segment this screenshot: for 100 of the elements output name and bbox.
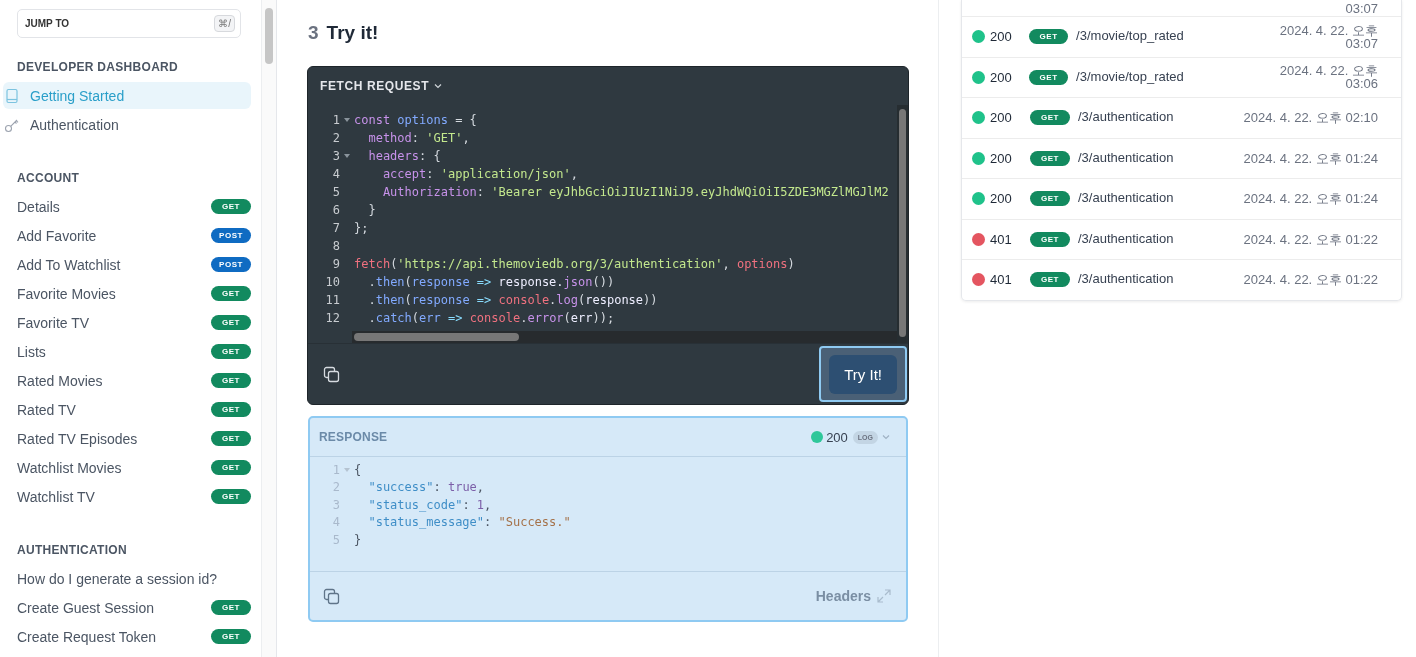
method-badge: GET	[211, 460, 251, 475]
try-it-button[interactable]: Try It!	[829, 355, 897, 394]
code-line: .then(response => response.json())	[367, 275, 615, 289]
sidebar-item[interactable]: Watchlist TV GET	[3, 483, 251, 510]
request-path: /3/authentication	[1078, 109, 1175, 124]
line-number: 3	[331, 149, 340, 163]
line-number: 6	[331, 203, 340, 217]
sidebar-item[interactable]: Details GET	[3, 193, 251, 220]
status-code: 200	[990, 69, 1013, 85]
timestamp: 03:07	[1345, 2, 1378, 15]
method-badge: GET	[211, 315, 251, 330]
line-number: 12	[324, 311, 340, 325]
sidebar-item[interactable]: Watchlist Movies GET	[3, 454, 251, 481]
line-number: 7	[331, 221, 340, 235]
method-badge: GET	[211, 286, 251, 301]
code-line: {	[354, 462, 362, 477]
status-code: 200	[826, 429, 848, 445]
method-badge: GET	[1030, 231, 1070, 247]
request-path: /3/authentication	[1078, 149, 1175, 165]
status-code: 401	[990, 272, 1013, 288]
status-code: 401	[990, 231, 1013, 247]
method-badge: GET	[1030, 110, 1070, 126]
code-line: "success": true,	[367, 480, 485, 495]
code-line: }	[367, 203, 376, 217]
method-badge: GET	[211, 629, 251, 644]
line-number: 10	[324, 275, 340, 289]
code-line: "status_message": "Success."	[367, 515, 571, 530]
timestamp: 2024. 4. 22. 오후 02:10	[1243, 111, 1378, 125]
request-path: /3/movie/top_rated	[1076, 68, 1185, 84]
sidebar-item[interactable]: Create Guest Session GET	[3, 594, 251, 621]
method-badge: GET	[211, 373, 251, 388]
line-number: 11	[324, 293, 340, 307]
method-badge: POST	[211, 228, 251, 243]
method-badge: GET	[211, 600, 251, 615]
line-number: 2	[331, 131, 340, 145]
copy-icon[interactable]	[323, 587, 340, 605]
sidebar-item[interactable]: Favorite Movies GET	[3, 280, 251, 307]
method-badge: GET	[211, 431, 251, 446]
panel-title: RESPONSE	[319, 430, 388, 444]
method-badge: GET	[1030, 150, 1070, 166]
code-line: const options = {	[354, 113, 477, 127]
status-code: 200	[990, 150, 1013, 166]
code-line: };	[354, 221, 369, 235]
status-code: 200	[990, 110, 1013, 126]
fold-icon[interactable]	[344, 117, 350, 123]
line-number: 1	[331, 113, 340, 127]
request-path: /3/authentication	[1078, 190, 1175, 205]
code-line: }	[354, 532, 362, 547]
line-number: 9	[331, 257, 340, 271]
book-icon	[4, 87, 20, 104]
step-number: 3	[308, 22, 319, 44]
method-badge: GET	[1029, 29, 1069, 45]
timestamp: 2024. 4. 22. 오후 01:22	[1243, 273, 1378, 287]
line-number: 5	[331, 185, 340, 199]
status-dot	[811, 431, 824, 443]
method-badge: GET	[211, 199, 251, 214]
method-badge: GET	[1030, 272, 1070, 288]
timestamp: 2024. 4. 22. 오후 03:06	[1278, 64, 1378, 91]
request-path: /3/movie/top_rated	[1076, 28, 1185, 43]
timestamp: 2024. 4. 22. 오후 01:24	[1243, 192, 1378, 206]
sidebar-item[interactable]: Authentication	[3, 111, 251, 138]
timestamp: 2024. 4. 22. 오후 01:24	[1243, 151, 1378, 165]
status-code: 200	[990, 29, 1013, 45]
scrollbar-thumb[interactable]	[354, 333, 519, 341]
code-line: fetch('https://api.themoviedb.org/3/authentication', options)	[354, 257, 795, 271]
code-line: .catch(err => console.error(err));	[367, 311, 615, 325]
section-title: DEVELOPER DASHBOARD	[17, 60, 180, 74]
sidebar-item[interactable]: Rated TV GET	[3, 396, 251, 423]
code-line: method: 'GET',	[367, 131, 470, 145]
caret-icon[interactable]	[433, 81, 444, 91]
section-title: AUTHENTICATION	[17, 543, 128, 557]
sidebar-item[interactable]: Create Request Token GET	[3, 623, 251, 650]
request-path: /3/authentication	[1078, 271, 1175, 286]
scrollbar-thumb[interactable]	[265, 8, 273, 64]
timestamp: 2024. 4. 22. 오후 03:07	[1278, 23, 1378, 50]
method-badge: GET	[211, 344, 251, 359]
sidebar-item[interactable]: Add To Watchlist POST	[3, 251, 251, 278]
method-badge: POST	[211, 257, 251, 272]
scrollbar-thumb[interactable]	[899, 109, 906, 337]
method-badge: GET	[211, 489, 251, 504]
code-line: "status_code": 1,	[367, 497, 492, 512]
section-title: ACCOUNT	[17, 171, 81, 185]
method-badge: GET	[211, 402, 251, 417]
fold-icon[interactable]	[344, 153, 350, 159]
shortcut-key: ⌘/	[214, 15, 235, 32]
sidebar-item[interactable]: Add Favorite POST	[3, 222, 251, 249]
sidebar-item[interactable]: Lists GET	[3, 338, 251, 365]
sidebar-item[interactable]: Rated Movies GET	[3, 367, 251, 394]
sidebar-item[interactable]: Favorite TV GET	[3, 309, 251, 336]
panel-title[interactable]: FETCH REQUEST	[320, 79, 430, 93]
code-line: Authorization: 'Bearer eyJhbGciOiJIUzI1NiJ9.eyJhdWQiOiI5ZDE3MGZlMGJlM2	[381, 185, 889, 199]
expand-icon	[877, 589, 891, 603]
section-heading: Try it!	[326, 22, 379, 44]
sidebar-item[interactable]: How do I generate a session id?	[3, 565, 251, 592]
line-number: 8	[331, 239, 340, 253]
code-line: .then(response => console.log(response))	[367, 293, 658, 307]
method-badge: GET	[1029, 69, 1069, 85]
sidebar-item[interactable]: Rated TV Episodes GET	[3, 425, 251, 452]
status-code: 200	[990, 191, 1013, 207]
copy-icon[interactable]	[323, 365, 340, 383]
